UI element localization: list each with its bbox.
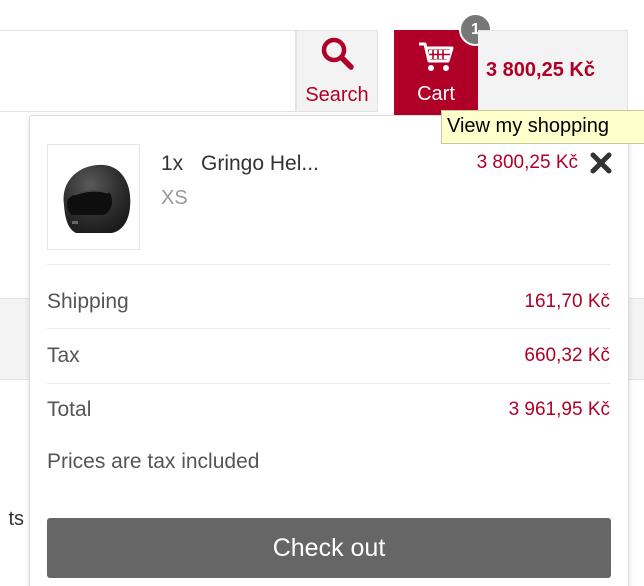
cart-tooltip: View my shopping <box>441 110 644 144</box>
cart-item-quantity: 1x <box>161 152 184 175</box>
tax-note: Prices are tax included <box>47 450 260 473</box>
close-icon <box>590 152 612 174</box>
search-input[interactable] <box>0 30 296 112</box>
background-strip-left <box>0 298 30 380</box>
background-partial-text: ts <box>8 508 24 530</box>
cart-label: Cart <box>417 82 455 105</box>
cart-total-amount[interactable]: 3 800,25 Kč <box>478 30 628 114</box>
search-label: Search <box>305 83 369 106</box>
helmet-thumbnail <box>63 164 130 233</box>
remove-item-button[interactable] <box>588 150 614 176</box>
tax-label: Tax <box>47 344 80 367</box>
divider <box>47 328 611 329</box>
search-button[interactable]: Search <box>296 30 378 112</box>
cart-icon <box>418 41 454 79</box>
divider <box>47 383 611 384</box>
cart-item-image[interactable] <box>47 144 140 250</box>
shipping-value: 161,70 Kč <box>524 291 610 312</box>
page: ts Search Cart 1 3 800,25 Kč 1x Gringo H… <box>0 0 644 586</box>
tax-value: 660,32 Kč <box>524 345 610 366</box>
total-label: Total <box>47 398 92 421</box>
search-icon <box>320 36 354 76</box>
total-value: 3 961,95 Kč <box>508 399 610 420</box>
divider <box>47 264 611 265</box>
checkout-button[interactable]: Check out <box>47 518 611 578</box>
cart-item-name[interactable]: Gringo Hel... <box>201 152 319 176</box>
cart-item-variant: XS <box>161 187 188 209</box>
shipping-label: Shipping <box>47 290 129 313</box>
cart-dropdown: 1x Gringo Hel... XS 3 800,25 Kč Shipping… <box>29 115 629 586</box>
cart-item-price: 3 800,25 Kč <box>476 152 578 173</box>
